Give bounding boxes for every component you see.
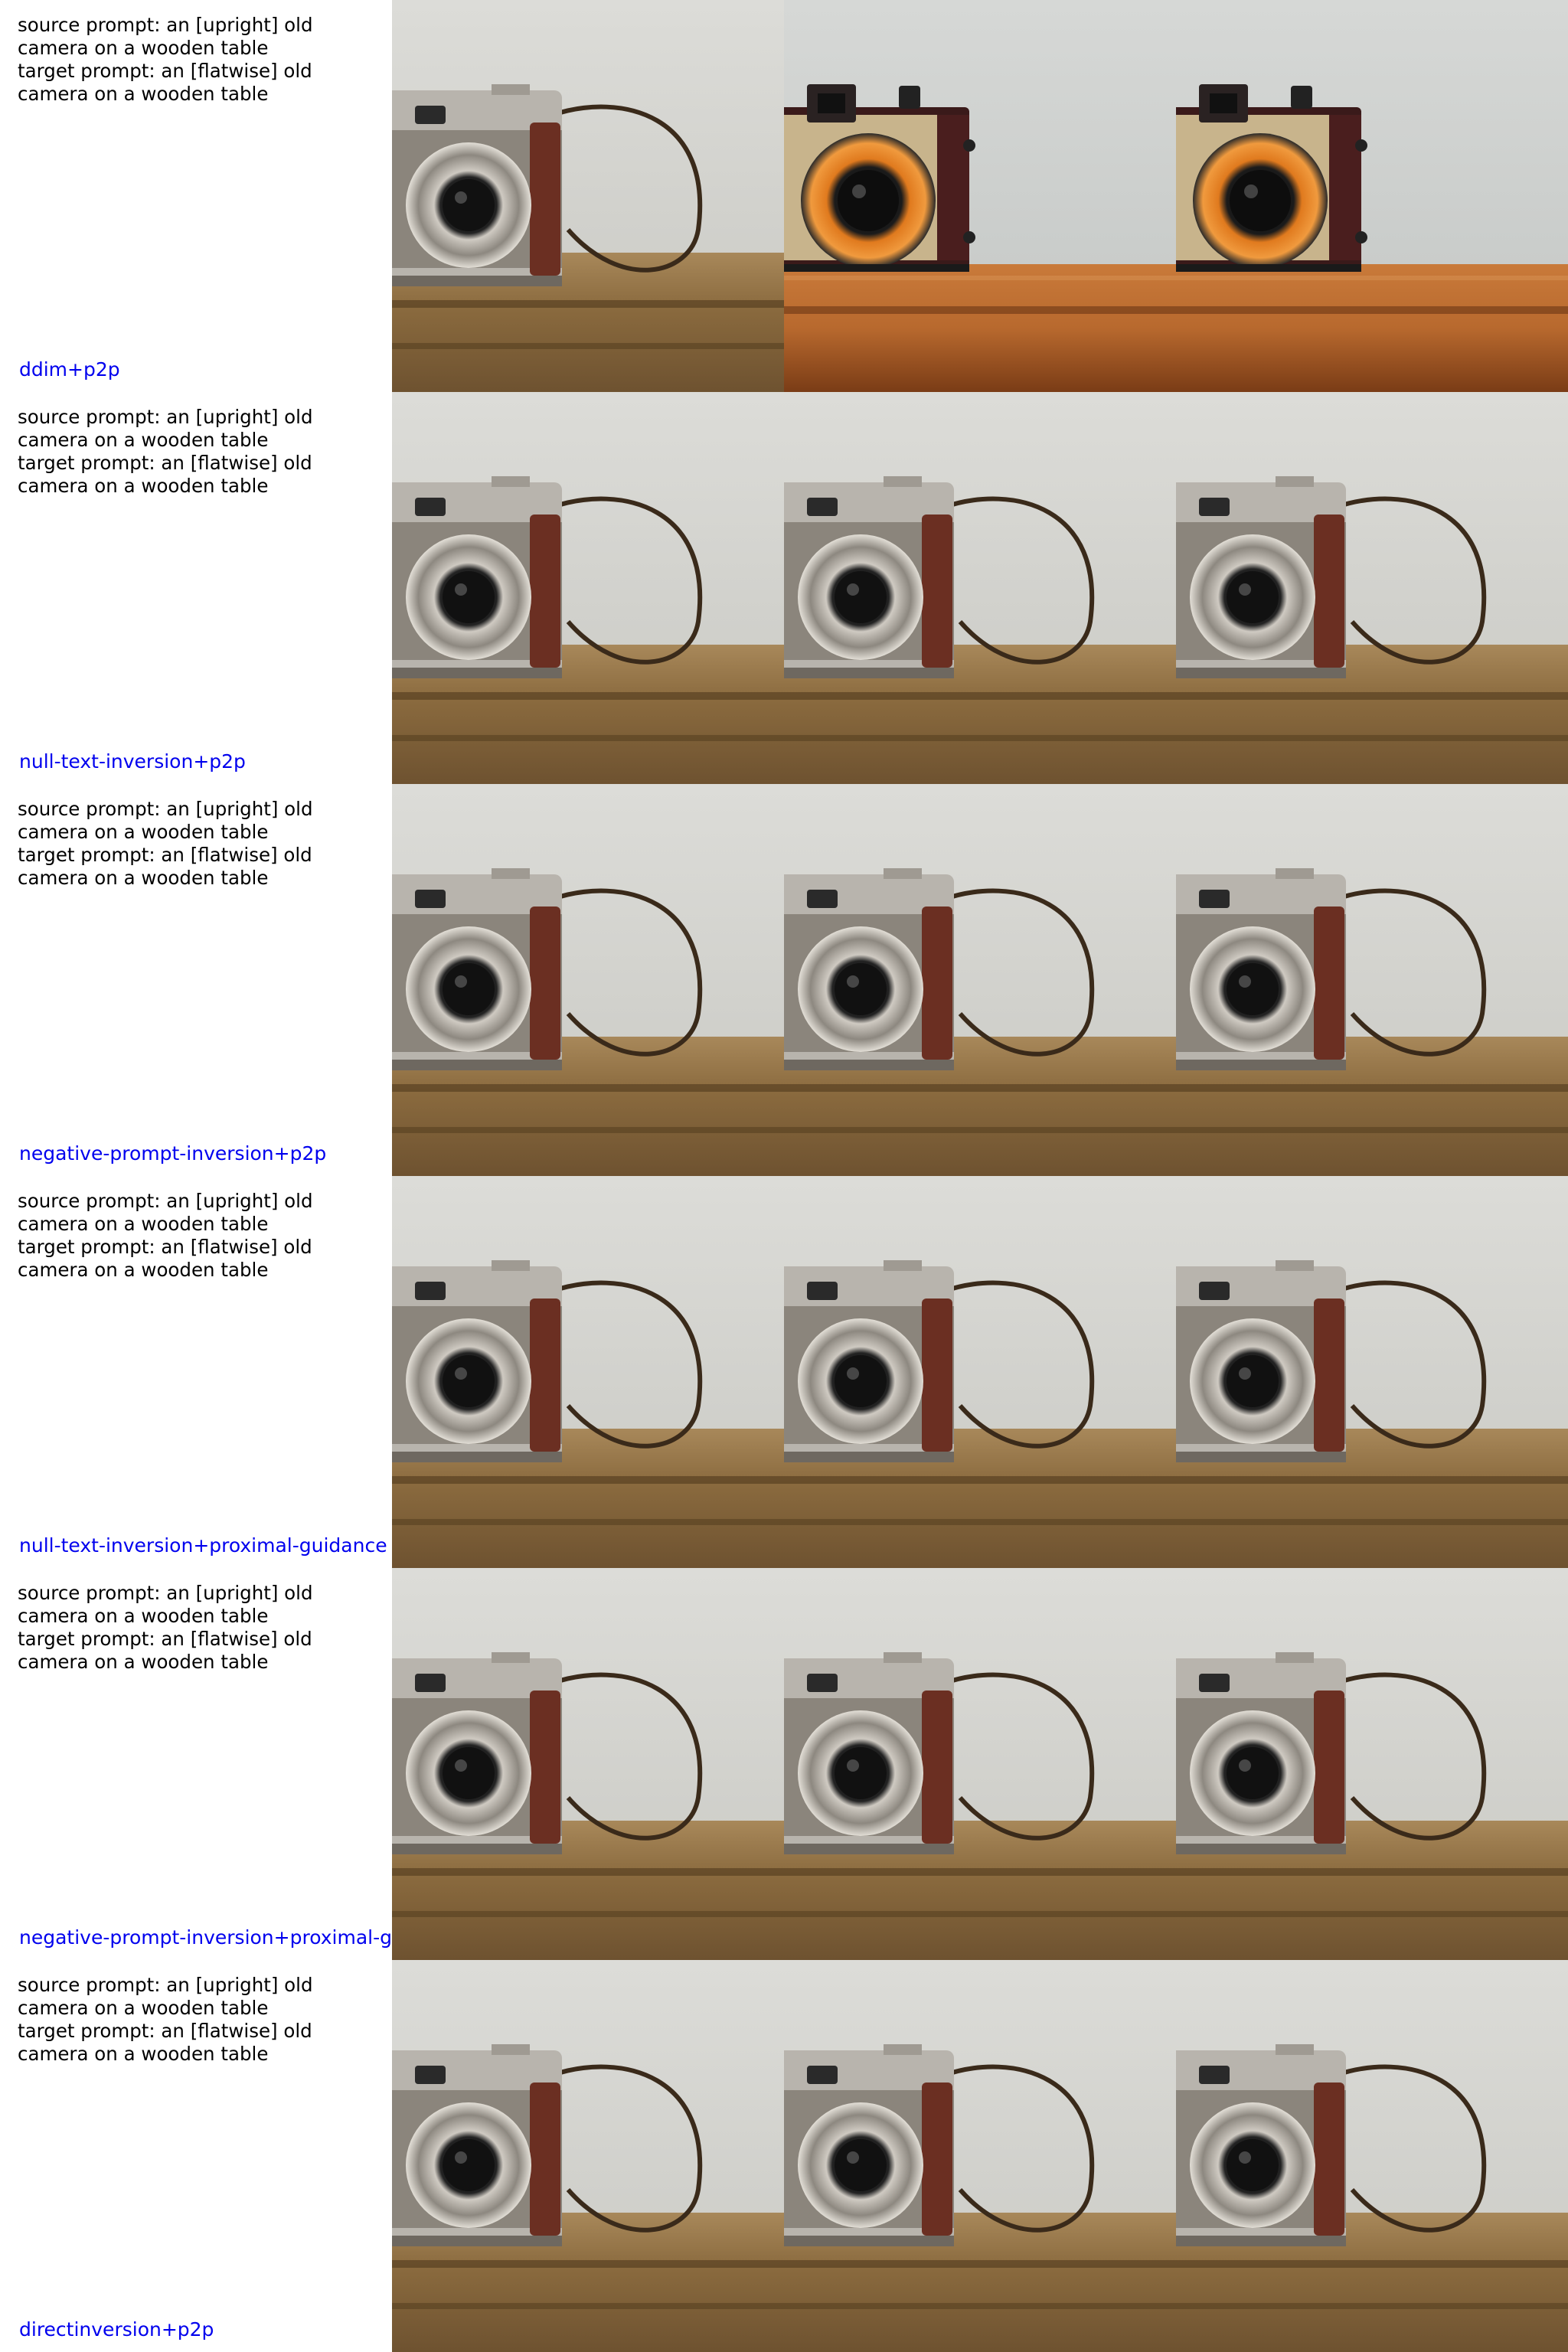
prompt-line: target prompt: an [flatwise] old xyxy=(18,1628,312,1650)
row-label-cell: source prompt: an [upright] old camera o… xyxy=(0,1176,392,1568)
row-label-cell: source prompt: an [upright] old camera o… xyxy=(0,784,392,1176)
prompt-line: camera on a wooden table xyxy=(18,2043,269,2065)
method-label: null-text-inversion+proximal-guidance xyxy=(19,1534,387,1557)
old-camera-photo xyxy=(392,1960,784,2352)
old-camera-photo xyxy=(784,1960,1176,2352)
method-label: null-text-inversion+p2p xyxy=(19,750,246,773)
prompt-line: camera on a wooden table xyxy=(18,1651,269,1673)
prompt-text: source prompt: an [upright] old camera o… xyxy=(18,1190,370,1282)
row-label-cell: source prompt: an [upright] old camera o… xyxy=(0,1568,392,1960)
prompt-line: source prompt: an [upright] old xyxy=(18,1190,313,1212)
image-cell xyxy=(784,392,1176,784)
prompt-text: source prompt: an [upright] old camera o… xyxy=(18,406,370,498)
prompt-line: source prompt: an [upright] old xyxy=(18,1974,313,1996)
image-cell xyxy=(1176,784,1568,1176)
prompt-line: camera on a wooden table xyxy=(18,1259,269,1281)
prompt-text: source prompt: an [upright] old camera o… xyxy=(18,1582,370,1674)
prompt-line: camera on a wooden table xyxy=(18,37,269,59)
old-camera-photo xyxy=(1176,784,1568,1176)
grid-row: source prompt: an [upright] old camera o… xyxy=(0,1568,1568,1960)
grid-row: source prompt: an [upright] old camera o… xyxy=(0,1176,1568,1568)
method-label: negative-prompt-inversion+p2p xyxy=(19,1142,327,1165)
prompt-text: source prompt: an [upright] old camera o… xyxy=(18,1974,370,2066)
row-label-cell: source prompt: an [upright] old camera o… xyxy=(0,392,392,784)
method-label: directinversion+p2p xyxy=(19,2318,214,2341)
prompt-line: source prompt: an [upright] old xyxy=(18,406,313,428)
box-camera-photo xyxy=(784,0,1176,392)
image-cell xyxy=(1176,1960,1568,2352)
image-cell xyxy=(784,0,1176,392)
prompt-line: camera on a wooden table xyxy=(18,867,269,889)
prompt-line: camera on a wooden table xyxy=(18,1213,269,1235)
image-cell xyxy=(392,784,784,1176)
image-cell xyxy=(1176,1568,1568,1960)
grid-row: source prompt: an [upright] old camera o… xyxy=(0,784,1568,1176)
prompt-line: camera on a wooden table xyxy=(18,83,269,105)
old-camera-photo xyxy=(784,1568,1176,1960)
prompt-text: source prompt: an [upright] old camera o… xyxy=(18,798,370,890)
old-camera-photo xyxy=(392,392,784,784)
image-cell xyxy=(392,1568,784,1960)
prompt-line: target prompt: an [flatwise] old xyxy=(18,1236,312,1258)
image-cell xyxy=(784,1176,1176,1568)
prompt-line: source prompt: an [upright] old xyxy=(18,798,313,820)
image-cell xyxy=(1176,0,1568,392)
image-cell xyxy=(1176,392,1568,784)
prompt-line: camera on a wooden table xyxy=(18,821,269,843)
box-camera-photo xyxy=(1176,0,1568,392)
method-label: negative-prompt-inversion+proximal-g xyxy=(19,1926,392,1949)
prompt-line: target prompt: an [flatwise] old xyxy=(18,452,312,474)
old-camera-photo xyxy=(784,784,1176,1176)
image-cell xyxy=(392,1960,784,2352)
prompt-text: source prompt: an [upright] old camera o… xyxy=(18,14,370,106)
prompt-line: camera on a wooden table xyxy=(18,475,269,497)
prompt-line: source prompt: an [upright] old xyxy=(18,14,313,36)
image-cell xyxy=(784,1960,1176,2352)
prompt-line: camera on a wooden table xyxy=(18,1997,269,2019)
image-cell xyxy=(784,784,1176,1176)
old-camera-photo xyxy=(784,1176,1176,1568)
image-cell xyxy=(392,0,784,392)
old-camera-photo xyxy=(1176,1568,1568,1960)
prompt-line: target prompt: an [flatwise] old xyxy=(18,2020,312,2042)
image-cell xyxy=(392,1176,784,1568)
old-camera-photo xyxy=(784,392,1176,784)
prompt-line: camera on a wooden table xyxy=(18,429,269,451)
comparison-grid: source prompt: an [upright] old camera o… xyxy=(0,0,1568,2352)
image-cell xyxy=(784,1568,1176,1960)
image-cell xyxy=(392,392,784,784)
old-camera-photo xyxy=(392,0,784,392)
image-cell xyxy=(1176,1176,1568,1568)
old-camera-photo xyxy=(392,1568,784,1960)
grid-row: source prompt: an [upright] old camera o… xyxy=(0,1960,1568,2352)
prompt-line: source prompt: an [upright] old xyxy=(18,1582,313,1604)
row-label-cell: source prompt: an [upright] old camera o… xyxy=(0,1960,392,2352)
prompt-line: target prompt: an [flatwise] old xyxy=(18,844,312,866)
grid-row: source prompt: an [upright] old camera o… xyxy=(0,0,1568,392)
prompt-line: target prompt: an [flatwise] old xyxy=(18,60,312,82)
old-camera-photo xyxy=(392,1176,784,1568)
grid-row: source prompt: an [upright] old camera o… xyxy=(0,392,1568,784)
old-camera-photo xyxy=(392,784,784,1176)
old-camera-photo xyxy=(1176,1176,1568,1568)
method-label: ddim+p2p xyxy=(19,358,120,381)
old-camera-photo xyxy=(1176,1960,1568,2352)
old-camera-photo xyxy=(1176,392,1568,784)
row-label-cell: source prompt: an [upright] old camera o… xyxy=(0,0,392,392)
prompt-line: camera on a wooden table xyxy=(18,1605,269,1627)
